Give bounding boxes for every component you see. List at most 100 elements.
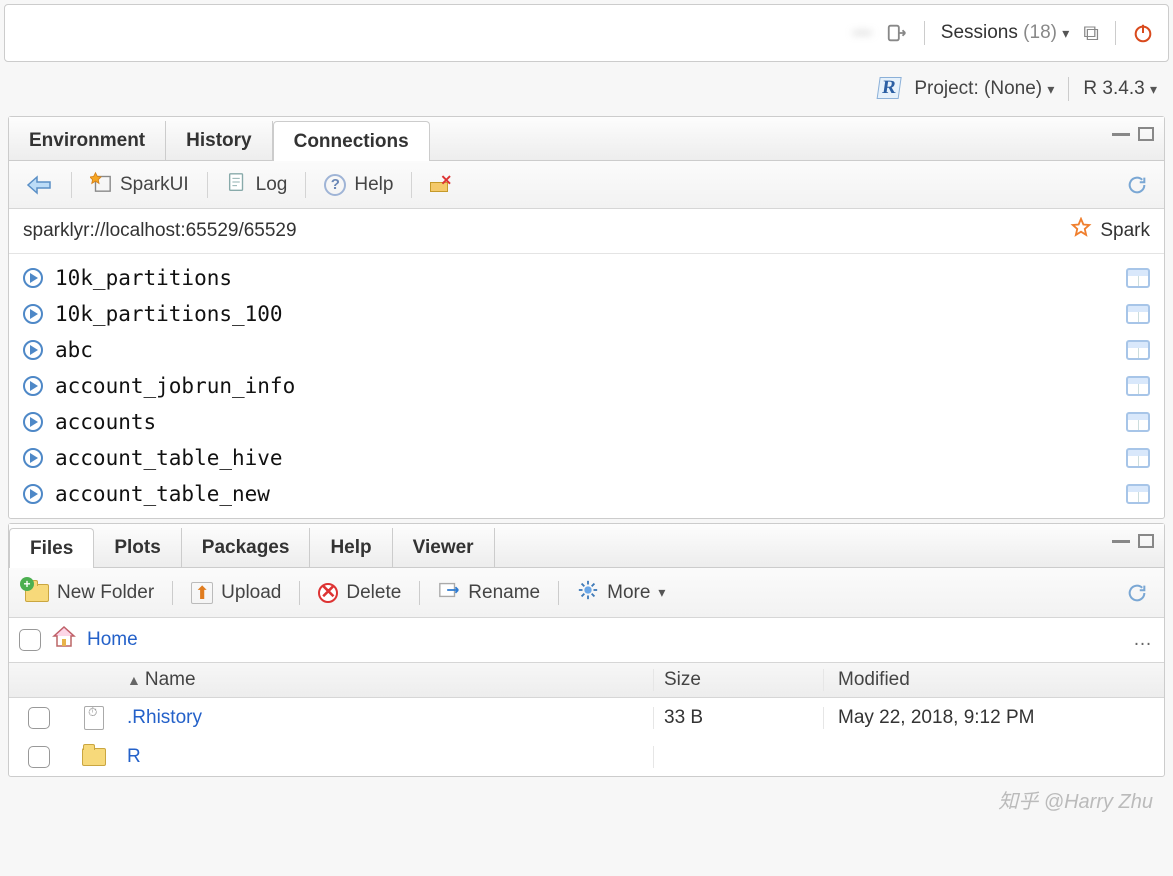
connections-toolbar: SparkUI Log ? Help ✕ <box>9 161 1164 209</box>
sparkui-button[interactable]: SparkUI <box>84 168 195 202</box>
preview-table-icon[interactable] <box>1126 304 1150 324</box>
watermark: 知乎 @Harry Zhu <box>0 781 1173 818</box>
upload-button[interactable]: ⬆ Upload <box>185 579 287 607</box>
log-button[interactable]: Log <box>220 168 294 202</box>
tab-environment[interactable]: Environment <box>9 121 166 160</box>
maximize-icon[interactable] <box>1138 127 1154 141</box>
expand-icon[interactable] <box>23 448 43 468</box>
breadcrumb-home[interactable]: Home <box>87 629 138 651</box>
chevron-down-icon: ▾ <box>1047 81 1054 97</box>
col-size[interactable]: Size <box>654 669 824 691</box>
file-name[interactable]: .Rhistory <box>119 707 654 729</box>
divider <box>1115 21 1116 45</box>
spark-chip[interactable]: Spark <box>1070 217 1150 245</box>
refresh-button[interactable] <box>1120 579 1154 607</box>
upload-icon: ⬆ <box>191 582 213 604</box>
file-row[interactable]: .Rhistory 33 B May 22, 2018, 9:12 PM <box>9 698 1164 738</box>
file-header: ▲Name Size Modified <box>9 663 1164 698</box>
table-row[interactable]: abc <box>9 332 1164 368</box>
disconnect-button[interactable]: ✕ <box>424 171 458 199</box>
expand-icon[interactable] <box>23 268 43 288</box>
preview-table-icon[interactable] <box>1126 376 1150 396</box>
tab-plots[interactable]: Plots <box>94 528 181 567</box>
lower-tab-strip: Files Plots Packages Help Viewer <box>9 524 1164 568</box>
files-panel: Files Plots Packages Help Viewer + New F… <box>8 523 1165 777</box>
rename-icon <box>438 579 460 607</box>
spark-star-icon <box>90 171 112 199</box>
project-selector[interactable]: Project: (None) ▾ <box>914 78 1054 100</box>
minimize-icon[interactable] <box>1112 132 1130 136</box>
chevron-down-icon: ▾ <box>1062 25 1069 41</box>
expand-icon[interactable] <box>23 376 43 396</box>
preview-table-icon[interactable] <box>1126 412 1150 432</box>
preview-table-icon[interactable] <box>1126 340 1150 360</box>
expand-icon[interactable] <box>23 304 43 324</box>
sort-asc-icon: ▲ <box>127 672 141 688</box>
table-row[interactable]: account_table_new <box>9 476 1164 512</box>
table-row[interactable]: accounts <box>9 404 1164 440</box>
username-blurred: — <box>853 22 872 44</box>
expand-icon[interactable] <box>23 340 43 360</box>
chevron-down-icon: ▾ <box>1150 81 1157 97</box>
r-logo-icon: R <box>877 77 904 101</box>
new-folder-icon: + <box>25 584 49 602</box>
file-size: 33 B <box>654 707 824 729</box>
new-folder-button[interactable]: + New Folder <box>19 579 160 607</box>
row-checkbox[interactable] <box>28 707 50 729</box>
upper-tab-strip: Environment History Connections <box>9 117 1164 161</box>
delete-button[interactable]: ✕ Delete <box>312 579 407 607</box>
preview-table-icon[interactable] <box>1126 268 1150 288</box>
tab-help[interactable]: Help <box>310 528 392 567</box>
tab-connections[interactable]: Connections <box>273 121 430 161</box>
col-name[interactable]: ▲Name <box>119 669 654 691</box>
folder-icon <box>82 748 106 766</box>
file-row[interactable]: R <box>9 738 1164 776</box>
path-more-icon[interactable]: … <box>1133 629 1154 651</box>
tab-viewer[interactable]: Viewer <box>393 528 495 567</box>
divider <box>924 21 925 45</box>
help-icon: ? <box>324 174 346 196</box>
sessions-button[interactable]: Sessions (18) ▾ <box>941 22 1070 44</box>
new-session-icon[interactable]: ⧉ <box>1083 20 1099 46</box>
maximize-icon[interactable] <box>1138 534 1154 548</box>
power-icon[interactable] <box>1132 22 1154 44</box>
minimize-icon[interactable] <box>1112 539 1130 543</box>
sign-out-icon[interactable] <box>886 22 908 44</box>
table-list: 10k_partitions 10k_partitions_100 abc ac… <box>9 254 1164 518</box>
back-button[interactable] <box>19 171 59 199</box>
file-icon <box>84 706 104 730</box>
project-bar: R Project: (None) ▾ R 3.4.3 ▾ <box>0 66 1173 112</box>
refresh-button[interactable] <box>1120 171 1154 199</box>
tab-files[interactable]: Files <box>9 528 94 568</box>
rename-button[interactable]: Rename <box>432 576 546 610</box>
r-version-selector[interactable]: R 3.4.3 ▾ <box>1083 78 1157 100</box>
select-all-checkbox[interactable] <box>19 629 41 651</box>
preview-table-icon[interactable] <box>1126 448 1150 468</box>
table-row[interactable]: 10k_partitions <box>9 260 1164 296</box>
tab-packages[interactable]: Packages <box>182 528 311 567</box>
col-modified[interactable]: Modified <box>824 669 1164 691</box>
breadcrumb: Home … <box>9 618 1164 663</box>
sessions-count: (18) <box>1023 22 1057 43</box>
preview-table-icon[interactable] <box>1126 484 1150 504</box>
file-modified: May 22, 2018, 9:12 PM <box>824 707 1164 729</box>
tab-history[interactable]: History <box>166 121 272 160</box>
connection-address: sparklyr://localhost:65529/65529 <box>23 220 297 242</box>
home-icon[interactable] <box>51 624 77 656</box>
disconnect-icon: ✕ <box>430 174 452 196</box>
top-bar: — Sessions (18) ▾ ⧉ <box>4 4 1169 62</box>
chevron-down-icon: ▾ <box>658 584 665 601</box>
expand-icon[interactable] <box>23 484 43 504</box>
table-row[interactable]: 10k_partitions_100 <box>9 296 1164 332</box>
table-row[interactable]: account_jobrun_info <box>9 368 1164 404</box>
expand-icon[interactable] <box>23 412 43 432</box>
spark-icon <box>1070 217 1092 245</box>
more-button[interactable]: More ▾ <box>571 576 671 610</box>
help-button[interactable]: ? Help <box>318 171 399 199</box>
connections-panel: Environment History Connections SparkUI … <box>8 116 1165 519</box>
table-row[interactable]: account_table_hive <box>9 440 1164 476</box>
file-name[interactable]: R <box>119 746 654 768</box>
delete-icon: ✕ <box>318 583 338 603</box>
files-toolbar: + New Folder ⬆ Upload ✕ Delete Rename Mo… <box>9 568 1164 618</box>
row-checkbox[interactable] <box>28 746 50 768</box>
